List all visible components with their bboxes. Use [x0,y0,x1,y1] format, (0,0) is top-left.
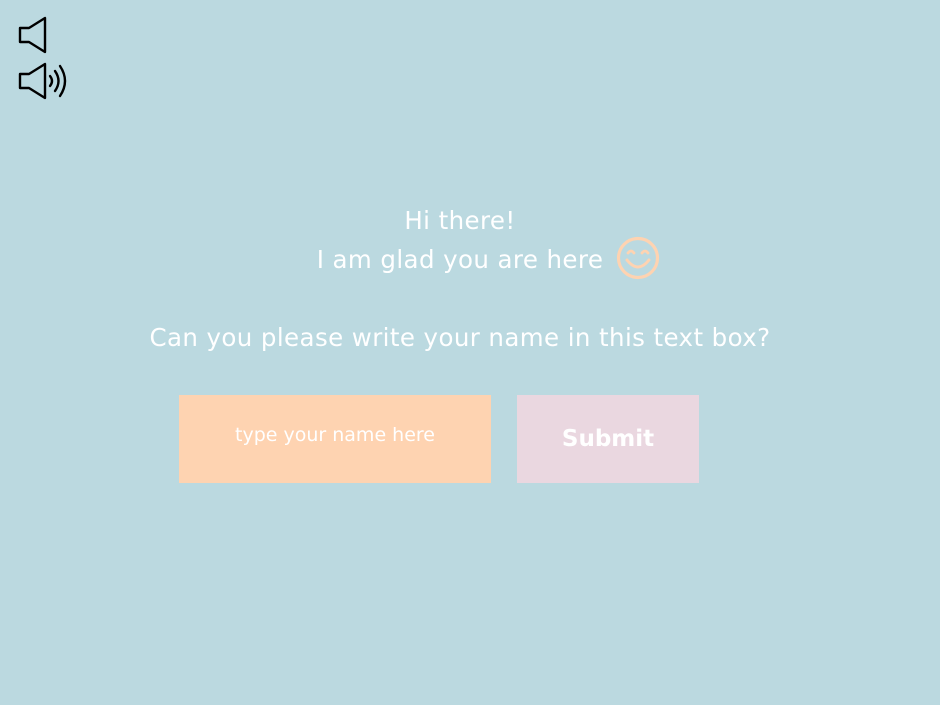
submit-button[interactable]: Submit [517,395,699,483]
greeting-line-2: I am glad you are here [316,245,604,274]
speaker-mute-icon[interactable] [18,16,48,54]
name-input[interactable] [179,395,491,483]
smiley-face-icon [616,236,660,280]
speaker-volume-icon[interactable] [18,62,72,100]
name-prompt-question: Can you please write your name in this t… [149,323,771,352]
greeting-line-1: Hi there! [404,206,516,235]
